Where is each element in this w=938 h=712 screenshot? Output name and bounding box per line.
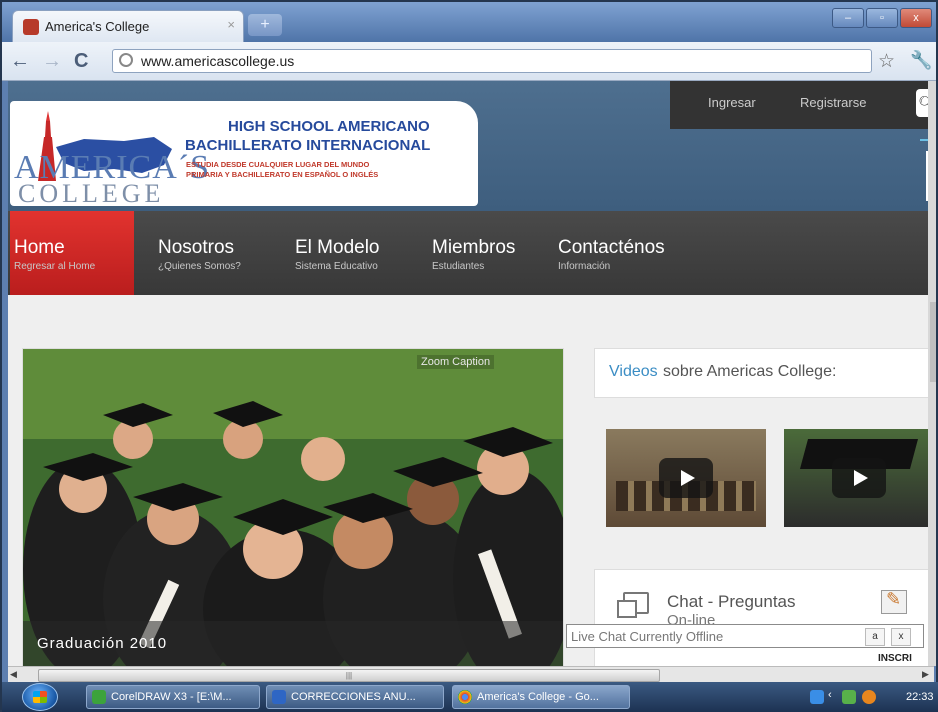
- live-chat-close-button[interactable]: x: [891, 628, 911, 646]
- menu-sublabel: Estudiantes: [432, 261, 485, 272]
- back-arrow-icon[interactable]: ←: [10, 50, 30, 73]
- chrome-icon: [458, 690, 472, 704]
- address-bar[interactable]: www.americascollege.us: [112, 49, 872, 73]
- logo-line-2: BACHILLERATO INTERNACIONAL: [185, 137, 431, 154]
- network-icon[interactable]: [842, 690, 856, 704]
- tray-expand-icon[interactable]: ‹: [828, 689, 832, 701]
- slide-caption-bar: Graduación 2010: [23, 621, 563, 666]
- wrench-menu-icon[interactable]: 🔧: [910, 50, 932, 71]
- live-chat-bar[interactable]: Live Chat Currently Offline a x: [566, 624, 924, 648]
- browser-toolbar: ← → C www.americascollege.us ☆ 🔧: [2, 42, 936, 81]
- brand-bottom: COLLEGE: [18, 179, 165, 208]
- menu-item-el-modelo[interactable]: El Modelo Sistema Educativo: [295, 237, 380, 272]
- window-controls: – ▫ x: [832, 8, 932, 28]
- menu-label: Home: [14, 237, 65, 258]
- menu-item-contactenos[interactable]: Contacténos Información: [558, 237, 665, 272]
- video-thumbnail-graduates[interactable]: [784, 429, 934, 527]
- register-link[interactable]: Registrarse: [800, 95, 866, 110]
- live-chat-minimize-button[interactable]: a: [865, 628, 885, 646]
- logo-line-4: PRIMARIA Y BACHILLERATO EN ESPAÑOL O ING…: [186, 170, 379, 179]
- menu-item-nosotros[interactable]: Nosotros ¿Quienes Somos?: [158, 237, 241, 272]
- horizontal-scrollbar[interactable]: ◀ ||| ▶: [8, 666, 934, 683]
- video-thumbnail-classroom[interactable]: [606, 429, 766, 527]
- top-nav: Ingresar Registrarse 🔍︎: [670, 81, 934, 129]
- logo-line-1: HIGH SCHOOL AMERICANO: [228, 118, 430, 135]
- menu-sublabel: Información: [558, 261, 611, 272]
- site-logo[interactable]: AMERICA´S COLLEGE HIGH SCHOOL AMERICANO …: [10, 101, 478, 208]
- videos-title-highlight: Videos: [609, 363, 658, 380]
- title-bar: America's College × + – ▫ x: [2, 2, 936, 42]
- logo-line-3: ESTUDIA DESDE CUALQUIER LUGAR DEL MUNDO: [186, 160, 370, 169]
- menu-label: El Modelo: [295, 237, 380, 258]
- videos-header: Videos sobre Americas College:: [594, 348, 934, 398]
- menu-sublabel: Sistema Educativo: [295, 261, 378, 272]
- task-label: CorelDRAW X3 - [E:\M...: [111, 691, 232, 703]
- tab-close-icon[interactable]: ×: [227, 17, 235, 32]
- live-chat-status: Live Chat Currently Offline: [571, 629, 724, 644]
- task-label: America's College - Go...: [477, 691, 599, 703]
- main-nav: Home Regresar al Home Nosotros ¿Quienes …: [8, 211, 934, 301]
- play-icon[interactable]: [659, 458, 713, 498]
- menu-item-home[interactable]: Home Regresar al Home: [14, 237, 95, 272]
- windows-taskbar: CorelDRAW X3 - [E:\M... CORRECCIONES ANU…: [2, 682, 938, 712]
- slide-caption: Graduación 2010: [37, 635, 168, 652]
- play-icon[interactable]: [832, 458, 886, 498]
- vertical-scroll-thumb[interactable]: [930, 302, 936, 382]
- menu-label: Miembros: [432, 237, 516, 258]
- page-info-icon[interactable]: [119, 53, 133, 67]
- image-slider[interactable]: Zoom Caption Graduación 2010: [22, 348, 564, 666]
- taskbar-item-coreldraw[interactable]: CorelDRAW X3 - [E:\M...: [86, 685, 260, 709]
- chat-bubble-icon: [617, 592, 649, 618]
- coreldraw-icon: [92, 690, 106, 704]
- task-label: CORRECCIONES ANU...: [291, 691, 416, 703]
- url-text[interactable]: www.americascollege.us: [141, 53, 294, 69]
- new-tab-button[interactable]: +: [248, 14, 282, 36]
- web-page: AMERICA´S COLLEGE HIGH SCHOOL AMERICANO …: [8, 81, 934, 666]
- taskbar-item-chrome[interactable]: America's College - Go...: [452, 685, 630, 709]
- tray-app-icon[interactable]: [810, 690, 824, 704]
- browser-tab[interactable]: America's College ×: [12, 10, 244, 42]
- forward-arrow-icon[interactable]: →: [42, 50, 62, 73]
- videos-title-rest: sobre Americas College:: [663, 363, 837, 380]
- zoom-caption-link[interactable]: Zoom Caption: [417, 355, 495, 369]
- bookmark-star-icon[interactable]: ☆: [878, 50, 895, 73]
- graduation-photo: [23, 349, 563, 666]
- signup-note-icon[interactable]: [881, 589, 907, 614]
- system-tray: ‹ 22:33: [802, 688, 938, 708]
- tab-title: America's College: [45, 19, 150, 34]
- inscription-label[interactable]: INSCRI: [878, 653, 912, 664]
- menu-sublabel: Regresar al Home: [14, 261, 96, 272]
- taskbar-item-correcciones[interactable]: CORRECCIONES ANU...: [266, 685, 444, 709]
- menu-item-miembros[interactable]: Miembros Estudiantes: [432, 237, 515, 272]
- update-icon[interactable]: [862, 690, 876, 704]
- reload-icon[interactable]: C: [74, 50, 88, 73]
- login-link[interactable]: Ingresar: [708, 95, 756, 110]
- menu-sublabel: ¿Quienes Somos?: [158, 261, 241, 272]
- chat-title: Chat - Preguntas: [667, 592, 796, 611]
- minimize-button[interactable]: –: [832, 8, 864, 28]
- chat-widget[interactable]: Chat - Preguntas On-line: [594, 569, 934, 666]
- start-button[interactable]: [22, 683, 58, 711]
- logo-tagline: ESTUDIA DESDE CUALQUIER LUGAR DEL MUNDO …: [186, 160, 476, 180]
- browser-window: America's College × + – ▫ x ← → C www.am…: [0, 0, 938, 712]
- scroll-left-arrow-icon[interactable]: ◀: [10, 669, 17, 680]
- taskbar-clock: 22:33: [906, 691, 934, 703]
- maximize-button[interactable]: ▫: [866, 8, 898, 28]
- favicon-icon: [23, 19, 39, 35]
- horizontal-scroll-thumb[interactable]: |||: [38, 669, 660, 682]
- menu-label: Contacténos: [558, 237, 665, 258]
- site-header: AMERICA´S COLLEGE HIGH SCHOOL AMERICANO …: [8, 81, 934, 211]
- menu-label: Nosotros: [158, 237, 235, 258]
- scroll-right-arrow-icon[interactable]: ▶: [922, 669, 929, 680]
- close-window-button[interactable]: x: [900, 8, 932, 28]
- word-document-icon: [272, 690, 286, 704]
